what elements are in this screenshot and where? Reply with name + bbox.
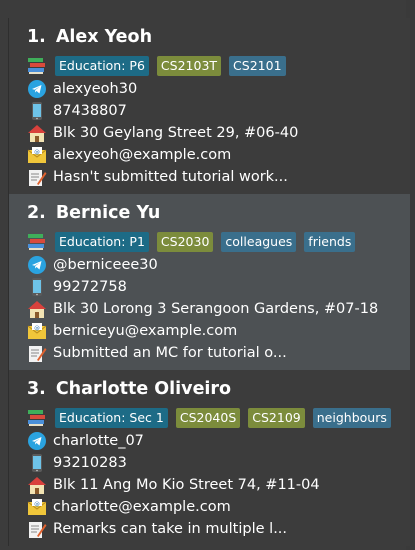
books-icon <box>28 410 45 426</box>
email-icon: @ <box>27 499 47 515</box>
person-card-selected[interactable]: 2. Bernice Yu Education: P1 CS2030 collea… <box>9 194 410 370</box>
person-name: Bernice Yu <box>55 203 161 223</box>
house-icon <box>28 125 46 142</box>
svg-text:@: @ <box>34 150 40 156</box>
telegram-icon <box>28 432 46 450</box>
phone-icon <box>32 454 42 472</box>
person-name-row: 1. Alex Yeoh <box>27 24 410 50</box>
tag-course: CS2109 <box>248 408 305 428</box>
house-icon <box>28 477 46 494</box>
address-text: Blk 30 Lorong 3 Serangoon Gardens, #07-1… <box>53 301 379 317</box>
books-icon <box>28 234 45 250</box>
person-card[interactable]: 1. Alex Yeoh Education: P6 CS2103T CS2101… <box>9 18 410 194</box>
person-name-row: 3. Charlotte Oliveiro <box>27 376 410 402</box>
address-field: Blk 30 Geylang Street 29, #06-40 <box>27 122 410 144</box>
telegram-icon <box>28 80 46 98</box>
phone-icon <box>32 278 42 296</box>
tag-course: CS2030 <box>156 232 214 252</box>
person-name: Charlotte Oliveiro <box>55 379 232 399</box>
email-field: @ charlotte@example.com <box>27 496 410 518</box>
remark-text: Remarks can take in multiple l... <box>53 521 288 537</box>
telegram-handle: charlotte_07 <box>53 433 144 449</box>
tag-row: Education: P6 CS2103T CS2101 <box>27 54 410 78</box>
memo-icon <box>29 170 47 186</box>
remark-field: Submitted an MC for tutorial o... <box>27 342 410 364</box>
address-field: Blk 30 Lorong 3 Serangoon Gardens, #07-1… <box>27 298 410 320</box>
remark-field: Hasn't submitted tutorial work... <box>27 166 410 188</box>
email-icon: @ <box>27 323 47 339</box>
tag-group: neighbours <box>312 408 391 428</box>
remark-text: Hasn't submitted tutorial work... <box>53 169 288 185</box>
telegram-handle: @berniceee30 <box>53 257 158 273</box>
email-text: berniceyu@example.com <box>53 323 238 339</box>
tag-course: CS2101 <box>229 56 286 76</box>
tag-course: CS2040S <box>175 408 241 428</box>
person-card[interactable]: 3. Charlotte Oliveiro Education: Sec 1 CS… <box>9 370 410 546</box>
tag-education: Education: P6 <box>55 56 149 76</box>
svg-text:@: @ <box>34 326 40 332</box>
books-icon <box>28 58 45 74</box>
person-index: 1. <box>27 27 46 47</box>
address-field: Blk 11 Ang Mo Kio Street 74, #11-04 <box>27 474 410 496</box>
email-text: charlotte@example.com <box>53 499 231 515</box>
memo-icon <box>29 346 47 362</box>
address-text: Blk 30 Geylang Street 29, #06-40 <box>53 125 299 141</box>
phone-field: 99272758 <box>27 276 410 298</box>
memo-icon <box>29 522 47 538</box>
phone-icon <box>32 102 42 120</box>
person-index: 3. <box>27 379 46 399</box>
telegram-handle: alexyeoh30 <box>53 81 138 97</box>
tag-row: Education: Sec 1 CS2040S CS2109 neighbou… <box>27 406 410 430</box>
person-list[interactable]: 1. Alex Yeoh Education: P6 CS2103T CS2101… <box>8 18 410 546</box>
email-field: @ alexyeoh@example.com <box>27 144 410 166</box>
house-icon <box>28 301 46 318</box>
email-icon: @ <box>27 147 47 163</box>
phone-number: 99272758 <box>53 279 127 295</box>
svg-text:@: @ <box>34 502 40 508</box>
tag-row: Education: P1 CS2030 colleagues friends <box>27 230 410 254</box>
tag-education: Education: P1 <box>55 232 149 252</box>
telegram-field: charlotte_07 <box>27 430 410 452</box>
phone-number: 93210283 <box>53 455 127 471</box>
tag-education: Education: Sec 1 <box>55 408 168 428</box>
telegram-field: alexyeoh30 <box>27 78 410 100</box>
person-name: Alex Yeoh <box>55 27 153 47</box>
tag-group: colleagues <box>221 232 297 252</box>
tag-course: CS2103T <box>156 56 222 76</box>
telegram-field: @berniceee30 <box>27 254 410 276</box>
phone-field: 93210283 <box>27 452 410 474</box>
person-index: 2. <box>27 203 46 223</box>
remark-text: Submitted an MC for tutorial o... <box>53 345 287 361</box>
remark-field: Remarks can take in multiple l... <box>27 518 410 540</box>
address-text: Blk 11 Ang Mo Kio Street 74, #11-04 <box>53 477 320 493</box>
email-field: @ berniceyu@example.com <box>27 320 410 342</box>
telegram-icon <box>28 256 46 274</box>
phone-field: 87438807 <box>27 100 410 122</box>
email-text: alexyeoh@example.com <box>53 147 232 163</box>
tag-group: friends <box>304 232 356 252</box>
person-name-row: 2. Bernice Yu <box>27 200 410 226</box>
phone-number: 87438807 <box>53 103 127 119</box>
